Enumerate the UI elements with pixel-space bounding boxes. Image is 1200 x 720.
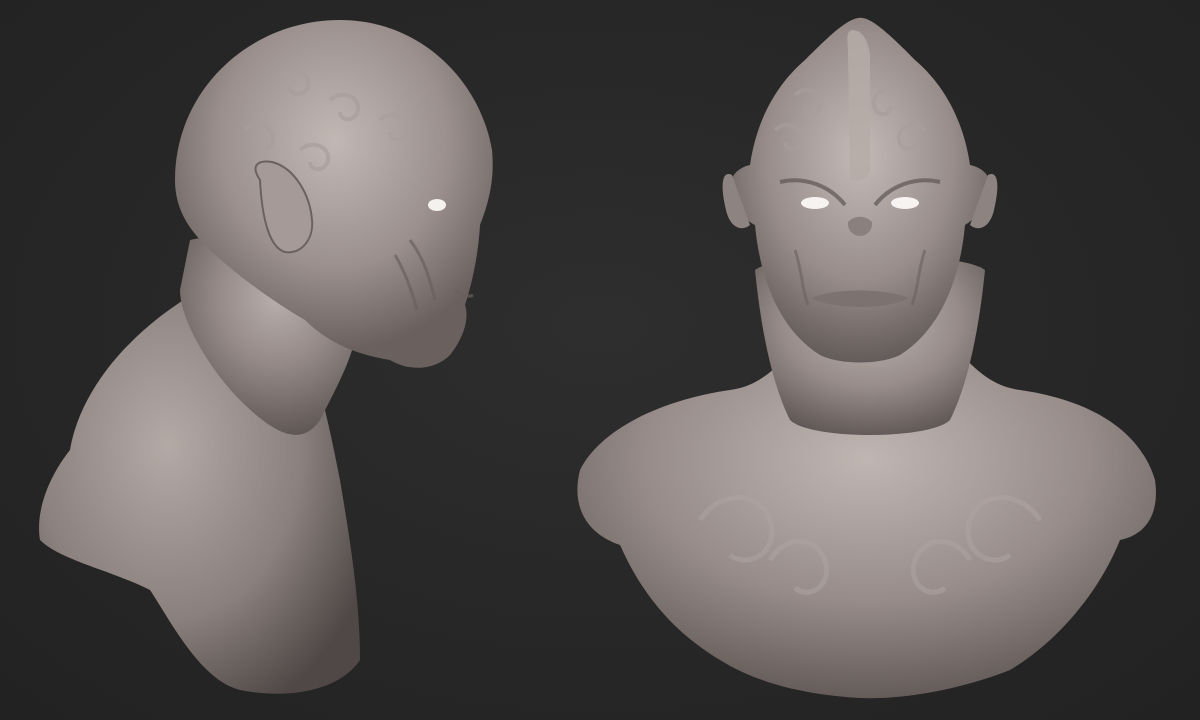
bust-profile-eye-icon [428, 199, 446, 211]
bust-front-crest-ridge [847, 30, 870, 181]
bust-front-right-eye-icon [891, 197, 919, 209]
bust-front-left-eye-icon [801, 197, 829, 209]
bust-front-image [577, 17, 1156, 699]
bust-profile-image [39, 20, 493, 694]
bust-front-render [540, 0, 1200, 720]
render-canvas [0, 0, 1200, 720]
bust-profile-render [0, 0, 560, 720]
